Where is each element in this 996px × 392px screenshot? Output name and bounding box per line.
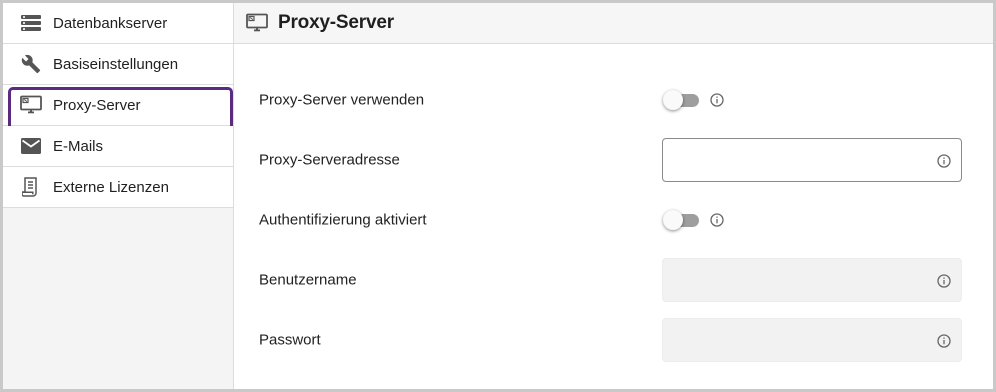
info-icon[interactable] bbox=[936, 333, 952, 349]
auth-enabled-label: Authentifizierung aktiviert bbox=[259, 211, 427, 229]
main-panel: Proxy-Server Proxy-Server verwenden Prox… bbox=[234, 3, 993, 389]
username-label: Benutzername bbox=[259, 271, 357, 289]
sidebar-item-proxy-server[interactable]: Proxy-Server bbox=[3, 85, 233, 131]
sidebar-item-label: Externe Lizenzen bbox=[53, 178, 169, 196]
info-icon[interactable] bbox=[709, 212, 725, 228]
use-proxy-toggle[interactable] bbox=[663, 90, 699, 110]
sidebar-item-label: Basiseinstellungen bbox=[53, 55, 179, 73]
sidebar-item-label: Proxy-Server bbox=[53, 96, 141, 114]
proxy-address-row: Proxy-Serveradresse bbox=[234, 138, 993, 182]
monitor-icon bbox=[245, 11, 269, 35]
sidebar-item-label: E-Mails bbox=[53, 137, 104, 155]
info-icon[interactable] bbox=[709, 92, 725, 108]
use-proxy-label: Proxy-Server verwenden bbox=[259, 91, 425, 109]
use-proxy-row: Proxy-Server verwenden bbox=[234, 78, 993, 122]
auth-enabled-row: Authentifizierung aktiviert bbox=[234, 198, 993, 242]
password-input[interactable] bbox=[663, 319, 961, 361]
sidebar-item-e-mails[interactable]: E-Mails bbox=[3, 126, 233, 167]
sidebar-item-basiseinstellungen[interactable]: Basiseinstellungen bbox=[3, 44, 233, 85]
info-icon[interactable] bbox=[936, 273, 952, 289]
password-field bbox=[662, 318, 962, 362]
envelope-icon bbox=[20, 135, 42, 157]
license-document-icon bbox=[20, 176, 42, 198]
password-label: Passwort bbox=[259, 331, 321, 349]
monitor-icon bbox=[20, 94, 42, 116]
username-row: Benutzername bbox=[234, 258, 993, 302]
server-stack-icon bbox=[20, 12, 42, 34]
info-icon[interactable] bbox=[936, 153, 952, 169]
page-header: Proxy-Server bbox=[234, 3, 993, 44]
proxy-address-input[interactable] bbox=[663, 139, 961, 181]
sidebar-item-datenbankserver[interactable]: Datenbankserver bbox=[3, 3, 233, 44]
auth-enabled-toggle[interactable] bbox=[663, 210, 699, 230]
toggle-thumb bbox=[663, 90, 683, 110]
toggle-thumb bbox=[663, 210, 683, 230]
page-title: Proxy-Server bbox=[278, 12, 394, 33]
settings-window: Datenbankserver Basiseinstellungen Proxy… bbox=[3, 3, 993, 389]
proxy-address-field bbox=[662, 138, 962, 182]
password-row: Passwort bbox=[234, 318, 993, 362]
sidebar-item-label: Datenbankserver bbox=[53, 14, 168, 32]
sidebar-item-externe-lizenzen[interactable]: Externe Lizenzen bbox=[3, 167, 233, 208]
sidebar: Datenbankserver Basiseinstellungen Proxy… bbox=[3, 3, 234, 389]
proxy-address-label: Proxy-Serveradresse bbox=[259, 151, 400, 169]
username-input[interactable] bbox=[663, 259, 961, 301]
wrench-icon bbox=[20, 53, 42, 75]
username-field bbox=[662, 258, 962, 302]
